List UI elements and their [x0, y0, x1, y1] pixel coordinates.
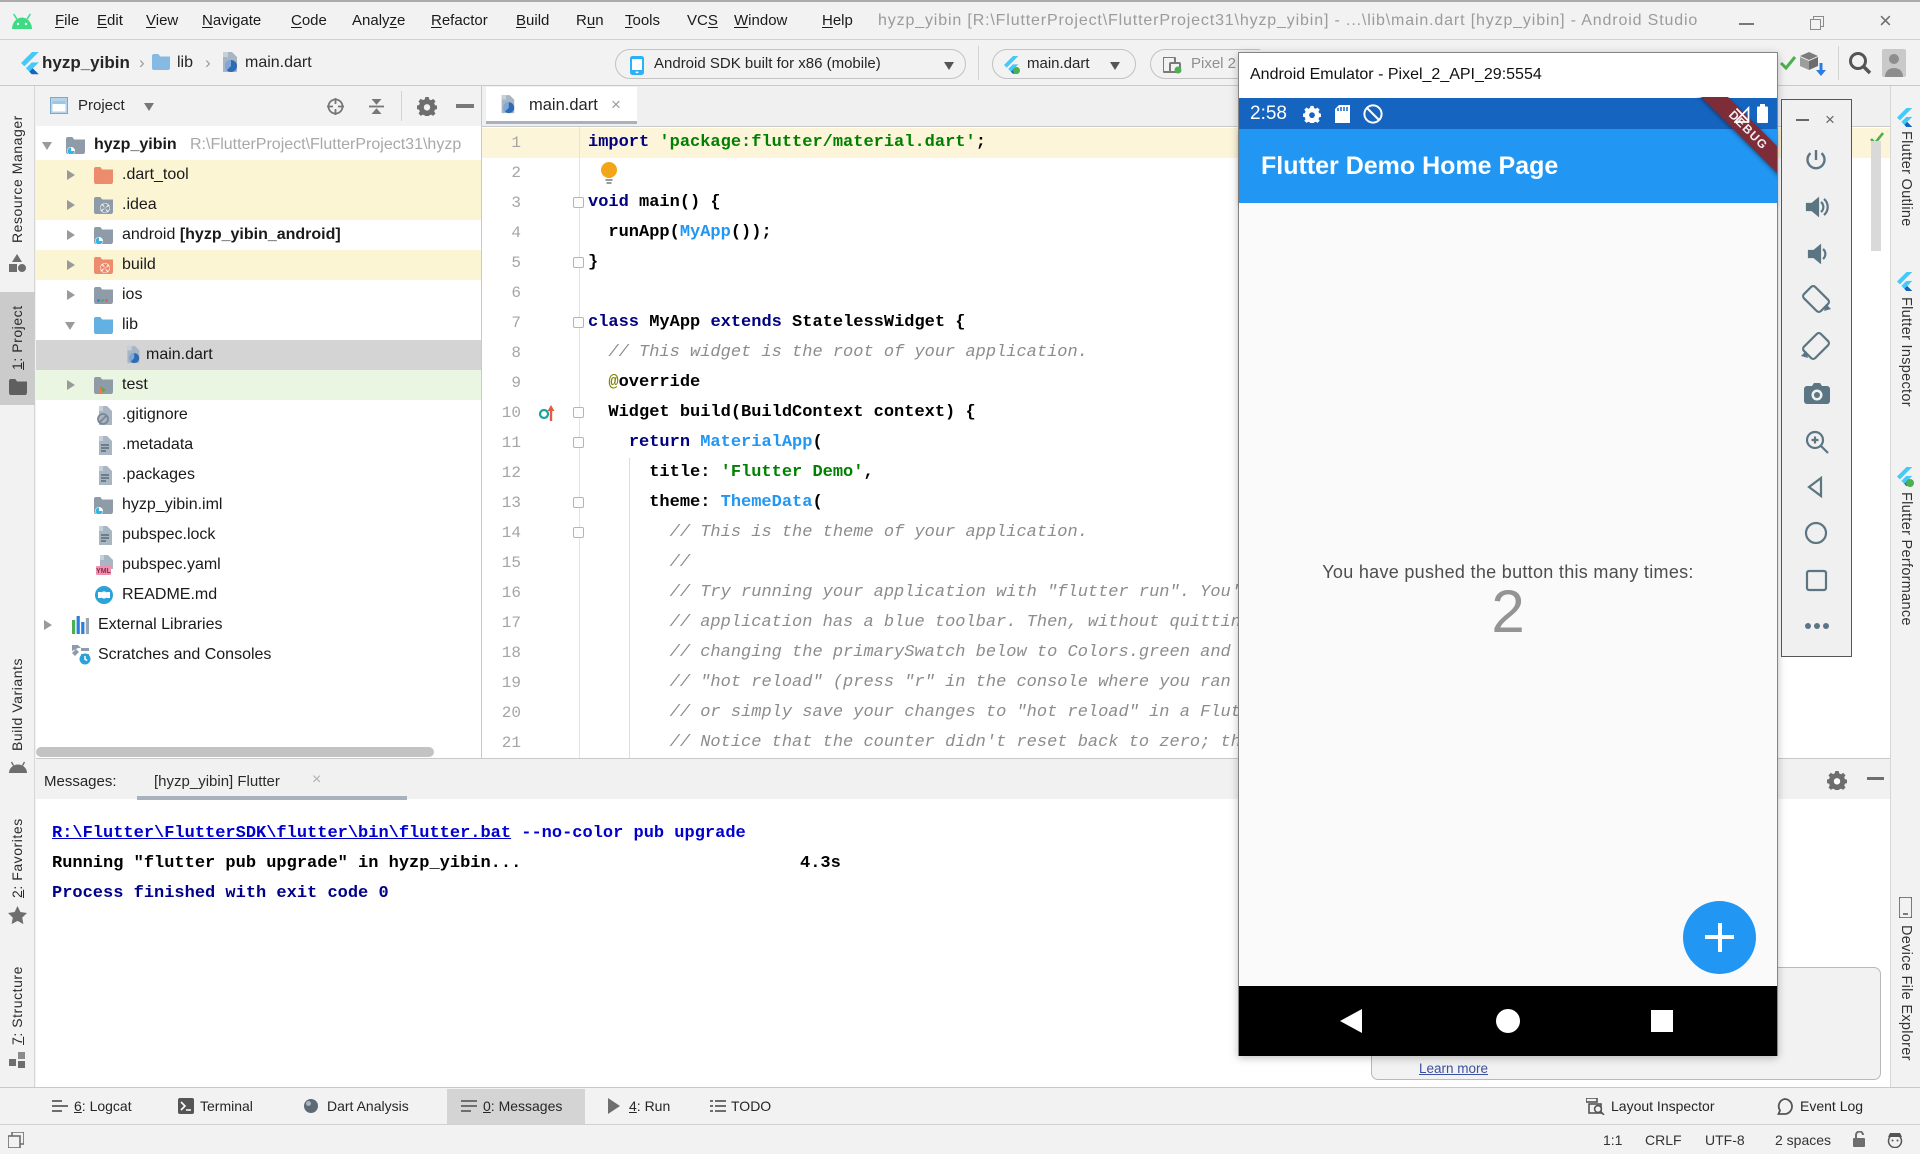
svg-text:YML: YML — [96, 568, 112, 575]
